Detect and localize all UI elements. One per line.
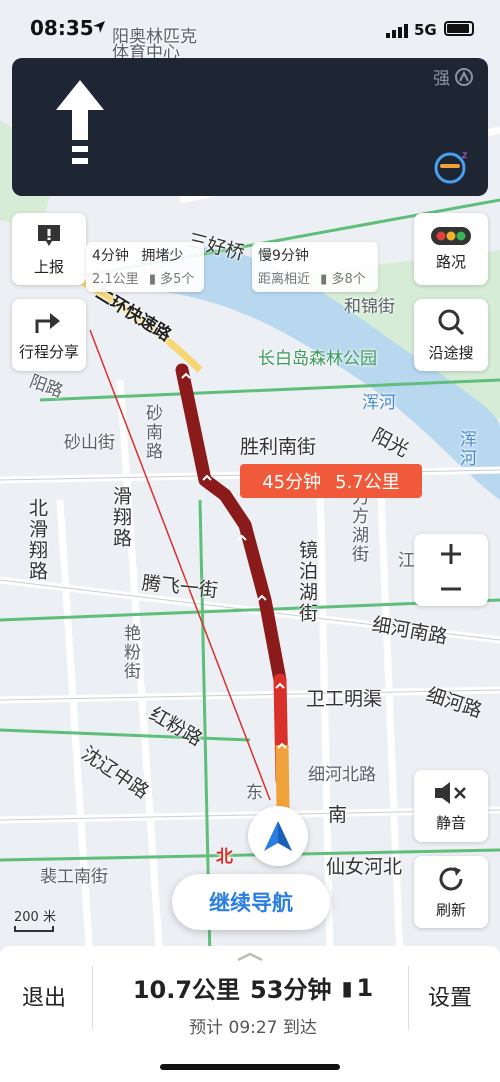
map-scale-line (14, 926, 54, 932)
share-trip-button[interactable]: 行程分享 (12, 299, 86, 371)
alt-route-1-time: 4分钟 (92, 248, 129, 264)
map-label-xiannvhe: 仙女河北 (326, 856, 403, 878)
map-label-laogong: 裴工南街 (40, 867, 108, 887)
report-icon (38, 224, 60, 246)
gps-signal: 强 (433, 64, 474, 89)
mascot-icon[interactable]: z (432, 148, 472, 184)
signal-strength-label: 强 (433, 69, 450, 89)
map-label-beihuaxiang: 北滑翔路 (26, 498, 48, 582)
svg-text:z: z (462, 150, 467, 161)
zoom-out-icon[interactable] (414, 572, 488, 606)
map-label-jingbohu: 镜泊湖街 (296, 540, 318, 624)
battery-icon (444, 21, 474, 36)
traffic-light-small-icon: ▮ (341, 975, 353, 1000)
map-label-xihebei: 细河北路 (308, 765, 376, 785)
alt-route-2-detail: 距离相近 (258, 272, 311, 287)
zoom-control (414, 534, 488, 606)
alternative-route-2[interactable]: 慢9分钟 距离相近 ▮ 多8个 (252, 242, 378, 292)
signal-strength-icon (455, 67, 473, 86)
mute-label: 静音 (435, 813, 466, 832)
traffic-light-small-icon: ▮ (320, 272, 328, 287)
alternative-route-1[interactable]: 4分钟 拥堵少 2.1公里 ▮ 多5个 (86, 242, 204, 292)
map-label-jiang: 江 (398, 551, 415, 571)
map-label-weigong: 卫工明渠 (306, 688, 383, 710)
alt-route-1-status: 拥堵少 (141, 248, 184, 264)
traffic-button[interactable]: 路况 (414, 213, 488, 285)
alt-route-1-distance: 2.1公里 (92, 272, 139, 287)
search-along-route-button[interactable]: 沿途搜 (414, 299, 488, 371)
straight-arrow-icon (56, 80, 104, 164)
status-time: 08:35 (30, 16, 94, 40)
trip-eta: 预计 09:27 到达 (189, 1018, 317, 1038)
traffic-label: 路况 (435, 252, 466, 271)
alt-route-2-lights: 多8个 (331, 272, 366, 287)
mute-icon (435, 781, 466, 804)
settings-button[interactable]: 设置 (428, 980, 472, 1012)
map-label-shenglinan: 胜利南街 (240, 436, 317, 458)
drag-handle-icon[interactable] (234, 952, 266, 962)
divider (92, 966, 93, 1030)
status-bar: 08:35 5G (0, 0, 500, 50)
bottom-bar: 退出 10.7公里 53分钟 ▮ 1 预计 09:27 到达 设置 (0, 946, 500, 1082)
mute-button[interactable]: 静音 (414, 770, 488, 842)
divider (408, 966, 409, 1030)
main-route-distance: 5.7公里 (335, 472, 400, 493)
main-route-bubble[interactable]: 45分钟 5.7公里 (240, 464, 422, 498)
signal-bars-icon (386, 24, 408, 38)
network-type: 5G (414, 21, 437, 39)
refresh-label: 刷新 (435, 900, 466, 919)
trip-lights: 1 (356, 973, 374, 1002)
search-icon (438, 309, 465, 335)
map-scale-label: 200 米 (14, 910, 56, 925)
map-label-shashan: 砂山街 (64, 433, 115, 453)
trip-distance: 10.7公里 (132, 976, 241, 1004)
report-button[interactable]: 上报 (12, 213, 86, 285)
alt-route-1-lights: 多5个 (160, 272, 195, 287)
map-label-hejin: 和锦街 (344, 297, 395, 317)
along-search-label: 沿途搜 (428, 343, 474, 362)
map-label-huaxiang: 滑翔路 (110, 486, 132, 549)
traffic-light-icon (431, 226, 471, 245)
zoom-in-icon[interactable] (414, 536, 488, 572)
map-label-shanan: 砂南路 (142, 404, 162, 461)
car-position-marker (248, 806, 308, 866)
map-label-hunhe: 浑河 (362, 393, 396, 413)
trip-duration: 53分钟 (250, 976, 332, 1004)
car-arrow-icon (264, 821, 292, 851)
map-label-lifang: 力方湖街 (348, 488, 368, 564)
turn-guidance-panel[interactable]: 强 z (12, 58, 488, 196)
map-label-dong: 东 (246, 783, 263, 803)
traffic-light-small-icon: ▮ (148, 272, 156, 287)
share-label: 行程分享 (18, 342, 79, 361)
continue-navigation-button[interactable]: 继续导航 (172, 874, 330, 930)
refresh-icon (439, 866, 463, 890)
map-label-yandu: 艳粉街 (120, 624, 140, 681)
map-label-hunhe2: 浑河 (456, 430, 476, 468)
share-icon (35, 312, 60, 333)
map-label-nan: 南 (328, 804, 348, 826)
report-label: 上报 (33, 257, 64, 276)
exit-button[interactable]: 退出 (22, 980, 66, 1012)
alt-route-2-time: 慢9分钟 (258, 248, 309, 264)
home-indicator[interactable] (160, 1064, 340, 1070)
trip-summary[interactable]: 10.7公里 53分钟 ▮ 1 预计 09:27 到达 (100, 970, 406, 1039)
map-label-bei: 北 (216, 847, 233, 867)
refresh-button[interactable]: 刷新 (414, 856, 488, 928)
location-arrow-icon (93, 21, 105, 33)
map-label-changbai: 长白岛森林公园 (258, 349, 377, 369)
main-route-time: 45分钟 (262, 472, 322, 493)
